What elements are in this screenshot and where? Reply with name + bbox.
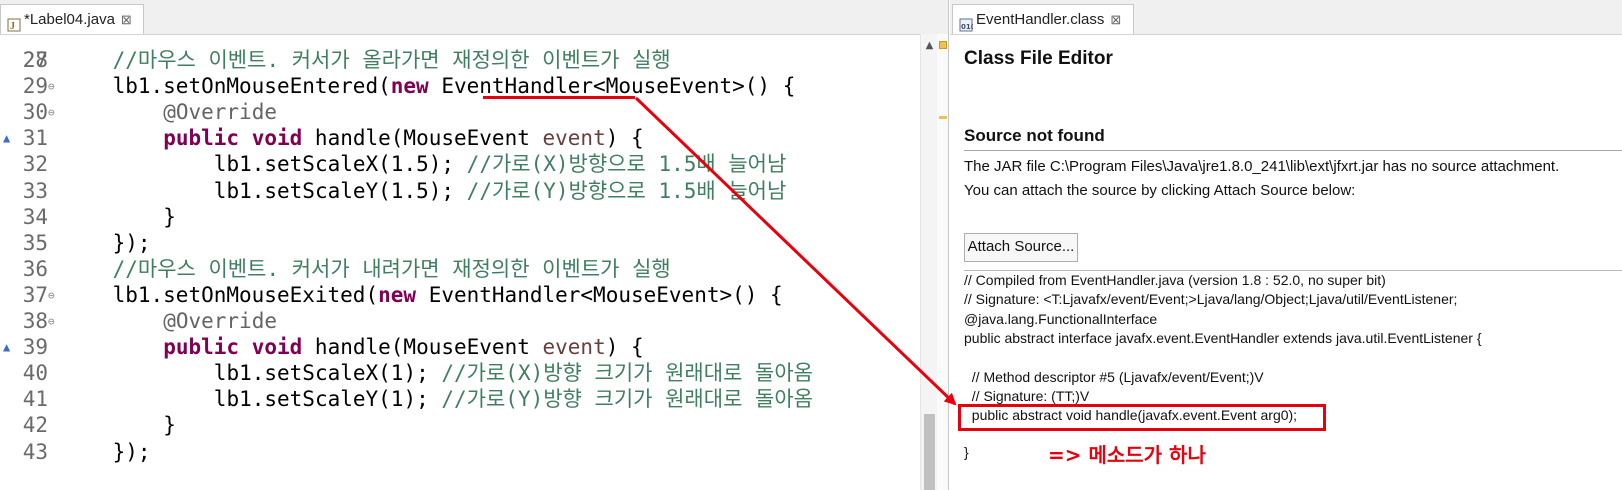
code-text: lb1.setScaleY(1.5); //가로(Y)방향으로 1.5배 늘어남	[213, 178, 787, 203]
code-line: 41 lb1.setScaleY(1); //가로(Y)방향 크기가 원래대로 돌…	[0, 386, 920, 413]
line-number: 41	[22, 387, 48, 412]
no-source-message: The JAR file C:\Program Files\Java\jre1.…	[964, 158, 1560, 175]
code-line: 33 lb1.setScaleY(1.5); //가로(Y)방향으로 1.5배 늘…	[0, 178, 920, 205]
code-line: 36 //마우스 이벤트. 커서가 내려가면 재정의한 이벤트가 실행	[0, 256, 920, 283]
code-line: 27	[0, 34, 920, 72]
line-number: 38	[22, 309, 48, 333]
code-line: 40 lb1.setScaleX(1); //가로(X)방향 크기가 원래대로 돌…	[0, 360, 920, 387]
eventhandler-highlight-underline	[483, 96, 635, 99]
tab-title: EventHandler.class	[976, 11, 1105, 28]
annotation-note: => 메소드가 하나	[1048, 443, 1206, 467]
close-tab-icon[interactable]: ⊠	[121, 12, 132, 27]
line-number: 40	[22, 361, 48, 386]
code-text: @Override	[163, 100, 277, 125]
bytecode-line: // Signature: (TT;)V	[964, 387, 1090, 404]
bytecode-line: @java.lang.FunctionalInterface	[964, 310, 1158, 327]
attach-hint-message: You can attach the source by clicking At…	[964, 182, 1356, 199]
line-number: 28	[22, 48, 48, 72]
line-number: 43	[22, 439, 48, 464]
code-text: }	[163, 413, 176, 438]
line-number: 31	[22, 126, 48, 151]
close-tab-icon[interactable]: ⊠	[1110, 12, 1121, 27]
class-file-editor: 010 EventHandler.class ⊠ Class File Edito…	[950, 0, 1622, 490]
fold-toggle-icon[interactable]: ⊖	[48, 73, 55, 100]
code-text: lb1.setScaleY(1); //가로(Y)방향 크기가 원래대로 돌아옴	[213, 387, 813, 412]
line-number: 29	[22, 74, 48, 99]
scroll-up-arrow-icon[interactable]: ▲	[921, 40, 938, 51]
code-area[interactable]: 27 28//마우스 이벤트. 커서가 올라가면 재정의한 이벤트가 실행 29 ⊖…	[0, 34, 948, 490]
bytecode-line: public abstract interface javafx.event.E…	[964, 329, 1482, 346]
bytecode-line: public abstract void handle(javafx.event…	[964, 407, 1298, 424]
source-not-found-heading: Source not found	[964, 126, 1105, 145]
line-number: 30	[22, 100, 48, 125]
line-number: 37	[22, 282, 48, 307]
code-line: ▲ 31 public void handle(MouseEvent event) …	[0, 125, 920, 152]
code-line: 29 ⊖ lb1.setOnMouseEntered(new EventHandle…	[0, 73, 920, 100]
bytecode-line: // Method descriptor #5 (Ljavafx/event/E…	[964, 368, 1264, 385]
line-number: 35	[22, 230, 48, 255]
code-line: 37 ⊖ lb1.setOnMouseExited(new EventHandler…	[0, 282, 920, 309]
code-text: public void handle(MouseEvent event) {	[163, 335, 644, 360]
code-text: //마우스 이벤트. 커서가 내려가면 재정의한 이벤트가 실행	[112, 256, 671, 281]
code-text: lb1.setOnMouseEntered(new EventHandler<M…	[112, 74, 796, 99]
line-number: 33	[22, 178, 48, 203]
line-number: 39	[22, 335, 48, 360]
bytecode-line: }	[964, 444, 969, 461]
code-text: lb1.setScaleX(1); //가로(X)방향 크기가 원래대로 돌아옴	[213, 361, 813, 386]
editor-title: Class File Editor	[964, 48, 1113, 69]
vertical-scrollbar[interactable]: ▲	[920, 34, 938, 490]
code-text: });	[112, 439, 151, 464]
fold-toggle-icon[interactable]: ⊖	[48, 99, 55, 126]
editor-tab-bar: J *Label04.java ⊠	[0, 0, 948, 35]
code-line: 32 lb1.setScaleX(1.5); //가로(X)방향으로 1.5배 늘…	[0, 151, 920, 178]
occurrence-marker[interactable]	[939, 116, 947, 119]
code-line: 30 ⊖ @Override	[0, 99, 920, 126]
line-number: 42	[22, 413, 48, 438]
svg-text:J: J	[10, 21, 15, 32]
code-text: lb1.setOnMouseExited(new EventHandler<Mo…	[112, 282, 783, 307]
code-line: 28 //마우스 이벤트. 커서가 올라가면 재정의한 이벤트가 실행	[0, 47, 920, 74]
code-line: ▲ 39 public void handle(MouseEvent event) …	[0, 334, 920, 361]
line-number: 36	[22, 256, 48, 281]
fold-toggle-icon[interactable]: ⊖	[48, 282, 55, 309]
divider	[964, 150, 1622, 151]
tab-eventhandler-class[interactable]: 010 EventHandler.class ⊠	[952, 4, 1134, 34]
attach-source-button[interactable]: Attach Source...	[964, 233, 1078, 262]
svg-text:010: 010	[961, 23, 973, 31]
java-file-icon: J	[7, 13, 21, 32]
code-text: }	[163, 204, 176, 229]
scrollbar-thumb[interactable]	[924, 414, 935, 490]
warning-marker-icon[interactable]	[939, 41, 947, 49]
line-number: 32	[22, 152, 48, 177]
code-line: 42}	[0, 412, 920, 439]
code-line: 34}	[0, 204, 920, 231]
line-number: 34	[22, 204, 48, 229]
code-line: 38 ⊖ @Override	[0, 308, 920, 335]
code-text: });	[112, 230, 151, 255]
java-editor: J *Label04.java ⊠ 27 28 //마우스 이벤트. 커서가 올라가…	[0, 0, 949, 490]
fold-toggle-icon[interactable]: ⊖	[48, 308, 55, 335]
overview-ruler[interactable]	[937, 34, 948, 490]
code-line: 35});	[0, 230, 920, 257]
bytecode-line: // Compiled from EventHandler.java (vers…	[964, 272, 1386, 288]
code-text: public void handle(MouseEvent event) {	[163, 126, 644, 151]
class-file-icon: 010	[959, 13, 976, 32]
code-text: lb1.setScaleX(1.5); //가로(X)방향으로 1.5배 늘어남	[213, 152, 787, 177]
code-text: //마우스 이벤트. 커서가 올라가면 재정의한 이벤트가 실행	[112, 48, 671, 72]
code-text: @Override	[163, 309, 277, 333]
bytecode-line: // Signature: <T:Ljavafx/event/Event;>Lj…	[964, 291, 1458, 308]
tab-label04-java[interactable]: J *Label04.java ⊠	[0, 4, 144, 34]
code-line: 43});	[0, 439, 920, 466]
tab-title: *Label04.java	[24, 11, 115, 28]
editor-tab-bar: 010 EventHandler.class ⊠	[950, 0, 1622, 35]
